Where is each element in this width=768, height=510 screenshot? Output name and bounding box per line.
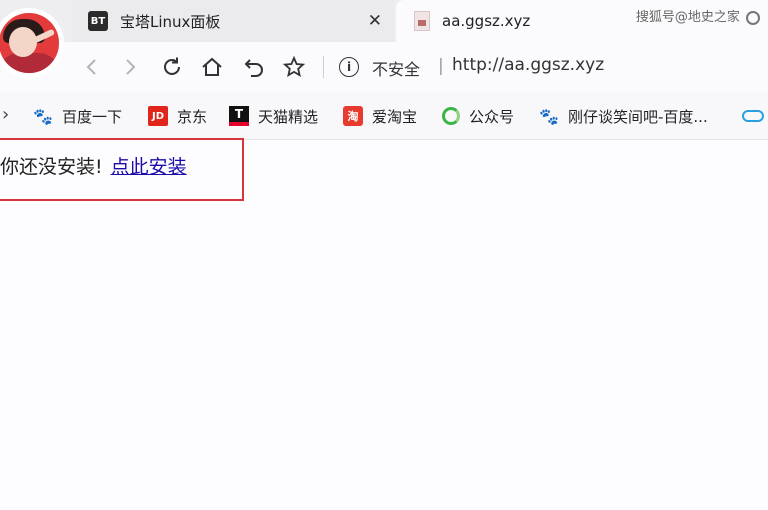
bookmark-label: 爱淘宝 [372,107,418,126]
taobao-icon: 淘 [343,106,363,126]
star-icon [282,55,306,78]
info-icon[interactable]: i [339,57,359,77]
undo-icon [244,59,263,77]
back-button[interactable] [78,53,106,81]
install-link[interactable]: 点此安装 [111,156,187,178]
bookmark-label: 百度一下 [62,107,123,126]
favorite-button[interactable] [280,53,308,81]
tab-title: 宝塔Linux面板 [120,12,221,31]
undo-button[interactable] [240,53,268,81]
bookmark-tmall[interactable]: T 天猫精选 [229,92,318,140]
bookmark-label: 公众号 [469,107,515,126]
address-bar: i 不安全 | http://aa.ggsz.xyz [0,42,768,92]
back-arrow-icon [86,59,96,75]
profile-avatar[interactable] [0,8,64,78]
url-separator: | [438,56,444,76]
bookmarks-bar: › 🐾 百度一下 JD 京东 T 天猫精选 淘 爱淘宝 公众号 🐾 刚仔谈笑间吧… [0,92,768,140]
jd-icon: JD [148,106,168,126]
toolbar-divider [323,56,324,78]
tmall-icon: T [229,106,249,126]
bookmark-label: 京东 [177,107,208,126]
watermark: 搜狐号@地史之家 [636,6,760,25]
url-field[interactable]: http://aa.ggsz.xyz [452,55,604,75]
not-installed-text: 你还没安装! [0,156,103,178]
tab-strip: BT 宝塔Linux面板 ✕ aa.ggsz.xyz 搜狐号@地史之家 [0,0,768,42]
home-button[interactable] [198,53,226,81]
bookmark-baidu[interactable]: 🐾 百度一下 [33,92,122,140]
baidu-icon: 🐾 [33,106,53,126]
bookmark-tieba[interactable]: 🐾 刚仔谈笑间吧-百度... [539,92,708,140]
forward-arrow-icon [126,59,136,75]
tab-bt-panel[interactable]: BT 宝塔Linux面板 ✕ [72,0,394,42]
bookmark-taobao[interactable]: 淘 爱淘宝 [343,92,417,140]
close-icon[interactable]: ✕ [368,11,382,31]
bookmark-label: 刚仔谈笑间吧-百度... [568,107,708,126]
reload-icon [164,57,180,75]
bookmark-jd[interactable]: JD 京东 [148,92,207,140]
watermark-text: 搜狐号@地史之家 [635,10,740,25]
reload-button[interactable] [158,53,186,81]
bookmark-wechat[interactable]: 公众号 [442,92,514,140]
tab-title: aa.ggsz.xyz [442,12,531,30]
bookmark-cloud[interactable] [742,92,764,140]
site-favicon-icon [414,11,430,31]
home-icon [202,57,222,76]
cloud-icon [742,110,764,122]
bt-favicon-icon: BT [88,11,108,31]
install-message: 你还没安装! 点此安装 [0,152,187,179]
security-status[interactable]: 不安全 [372,56,420,80]
chevron-right-icon[interactable]: › [2,104,9,125]
baidu-icon: 🐾 [539,106,559,126]
wechat-icon [442,107,460,125]
forward-button[interactable] [116,53,144,81]
settings-icon[interactable] [746,10,760,25]
bookmark-label: 天猫精选 [258,107,319,126]
